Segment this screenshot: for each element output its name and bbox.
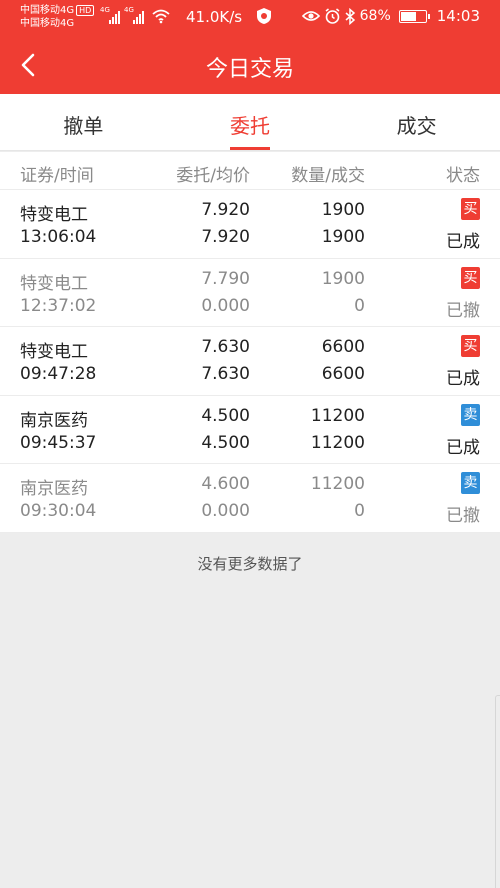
status-bar: 中国移动4G HD 中国移动4G 4G 4G 41.0K/s 68% 14:03 xyxy=(0,0,500,36)
carrier-2: 中国移动4G xyxy=(20,18,75,29)
stock-name: 特变电工 xyxy=(20,273,88,294)
order-status: 已撤 xyxy=(446,300,480,321)
sell-badge: 卖 xyxy=(461,403,480,426)
stock-name: 南京医药 xyxy=(20,410,88,431)
signal-group: 4G 4G xyxy=(100,6,170,24)
stock-name: 特变电工 xyxy=(20,205,88,225)
buy-badge: 买 xyxy=(461,266,480,289)
stock-name: 南京医药 xyxy=(20,479,88,499)
order-status: 已成 xyxy=(446,437,480,458)
battery-icon xyxy=(398,9,430,23)
avg-price: 7.630 xyxy=(201,364,250,384)
status-right: 68% 14:03 xyxy=(301,7,480,25)
tab-bar: 撤单 委托 成交 xyxy=(0,94,500,151)
order-price: 7.920 xyxy=(201,200,250,220)
buy-badge: 买 xyxy=(461,335,480,357)
tab-label: 撤单 xyxy=(63,114,104,138)
order-status: 已撤 xyxy=(446,506,480,526)
header-security-time: 证券/时间 xyxy=(20,166,94,186)
order-quantity: 11200 xyxy=(310,405,365,426)
tab-cancel[interactable]: 撤单 xyxy=(0,94,167,150)
table-row[interactable]: 特变电工 12:37:02 7.790 0.000 1900 0 买 已撤 xyxy=(0,259,500,327)
order-price: 4.500 xyxy=(201,405,250,426)
order-time: 09:47:28 xyxy=(20,364,97,384)
page-title: 今日交易 xyxy=(205,57,294,82)
network-speed: 41.0K/s xyxy=(186,8,243,26)
scrollbar[interactable] xyxy=(495,695,500,888)
shield-icon xyxy=(257,8,271,24)
order-quantity: 1900 xyxy=(321,200,365,220)
stock-name: 特变电工 xyxy=(20,342,88,362)
buy-badge: 买 xyxy=(461,198,480,220)
order-list: 特变电工 13:06:04 7.920 7.920 1900 1900 买 已成… xyxy=(0,190,500,533)
title-bar: 今日交易 xyxy=(0,36,500,94)
carrier-info: 中国移动4G HD 中国移动4G xyxy=(20,4,95,30)
wifi-icon xyxy=(152,9,170,24)
sell-badge: 卖 xyxy=(461,472,480,494)
tab-label: 委托 xyxy=(230,114,270,138)
header-status: 状态 xyxy=(446,166,480,186)
filled-quantity: 1900 xyxy=(321,227,365,247)
order-price: 7.790 xyxy=(201,268,250,289)
avg-price: 4.500 xyxy=(201,432,250,453)
no-more-data: 没有更多数据了 xyxy=(197,555,303,573)
filled-quantity: 6600 xyxy=(321,364,365,384)
filled-quantity: 0 xyxy=(354,295,365,316)
avg-price: 0.000 xyxy=(201,501,250,521)
tab-orders[interactable]: 委托 xyxy=(167,94,334,150)
table-row[interactable]: 南京医药 09:45:37 4.500 4.500 11200 11200 卖 … xyxy=(0,396,500,464)
avg-price: 0.000 xyxy=(201,295,250,316)
avg-price: 7.920 xyxy=(201,227,250,247)
signal-icon: 4G xyxy=(100,6,120,24)
order-time: 12:37:02 xyxy=(20,295,97,316)
filled-quantity: 11200 xyxy=(310,432,365,453)
table-header: 证券/时间 委托/均价 数量/成交 状态 xyxy=(0,152,500,190)
tab-deals[interactable]: 成交 xyxy=(333,94,500,150)
header-order-avg: 委托/均价 xyxy=(176,166,250,186)
table-row[interactable]: 南京医药 09:30:04 4.600 0.000 11200 0 卖 已撤 xyxy=(0,464,500,533)
order-price: 4.600 xyxy=(201,474,250,494)
table-row[interactable]: 特变电工 13:06:04 7.920 7.920 1900 1900 买 已成 xyxy=(0,190,500,259)
clock: 14:03 xyxy=(436,7,480,25)
order-time: 09:30:04 xyxy=(20,501,97,521)
order-quantity: 1900 xyxy=(321,268,365,289)
order-quantity: 6600 xyxy=(321,337,365,357)
order-status: 已成 xyxy=(446,232,480,252)
order-time: 13:06:04 xyxy=(20,227,97,247)
battery-percent: 68% xyxy=(359,8,391,24)
order-status: 已成 xyxy=(446,369,480,389)
header-qty-filled: 数量/成交 xyxy=(291,166,365,186)
eye-icon xyxy=(301,11,320,21)
bluetooth-icon xyxy=(345,7,355,25)
filled-quantity: 0 xyxy=(354,501,365,521)
hd-badge: HD xyxy=(76,5,95,16)
order-time: 09:45:37 xyxy=(20,432,97,453)
signal-icon: 4G xyxy=(124,6,144,24)
carrier-1: 中国移动4G xyxy=(20,5,75,16)
order-quantity: 11200 xyxy=(310,474,365,494)
order-price: 7.630 xyxy=(201,337,250,357)
tab-indicator xyxy=(230,147,270,150)
alarm-icon xyxy=(325,7,340,24)
table-row[interactable]: 特变电工 09:47:28 7.630 7.630 6600 6600 买 已成 xyxy=(0,327,500,396)
tab-label: 成交 xyxy=(396,114,437,138)
